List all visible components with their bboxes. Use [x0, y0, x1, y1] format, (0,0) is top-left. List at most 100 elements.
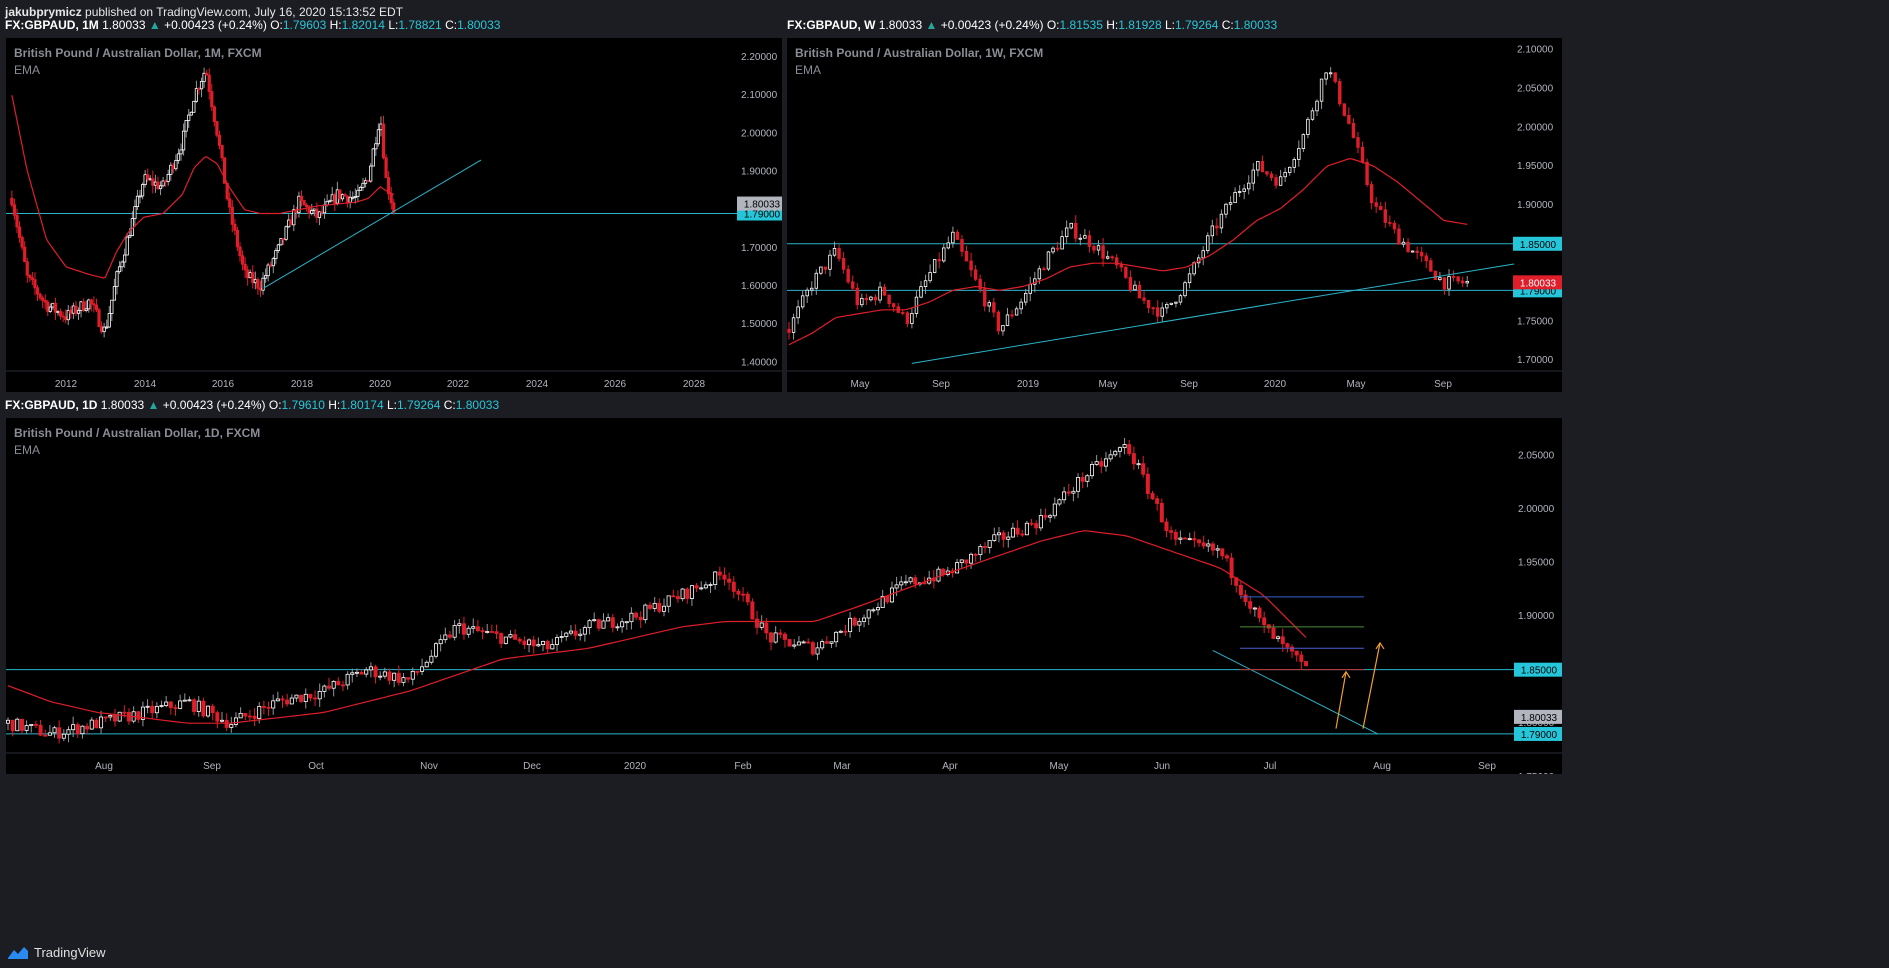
indicator-label[interactable]: EMA: [14, 63, 40, 77]
candle-body: [1131, 453, 1136, 465]
symbol-name: FX:GBPAUD, 1D: [5, 398, 98, 412]
candle-body: [1369, 184, 1374, 204]
candle-body: [1142, 297, 1146, 301]
last-price-label: 1.80033: [1520, 278, 1557, 289]
candle-body: [878, 286, 882, 301]
candle-body: [82, 301, 86, 311]
candle-body: [133, 206, 137, 220]
author-name[interactable]: jakubprymicz: [5, 5, 82, 19]
candle-body: [292, 209, 296, 226]
candle-body: [1342, 103, 1347, 116]
candle-body: [361, 182, 365, 188]
candle-body: [1038, 515, 1043, 529]
candle-body: [182, 699, 187, 702]
candle-body: [508, 634, 513, 638]
candle-body: [1083, 235, 1087, 239]
candle-body: [94, 304, 99, 311]
candle-body: [1105, 256, 1110, 259]
candle-body: [1037, 268, 1042, 280]
candle-body: [485, 631, 490, 633]
chart-svg-monthly[interactable]: 2.200002.100002.000001.900001.800001.700…: [6, 38, 782, 392]
candle-body: [243, 263, 247, 271]
candle-body: [322, 204, 327, 214]
candle-body: [1406, 241, 1410, 252]
candle-body: [475, 626, 480, 632]
candle-body: [1150, 493, 1155, 500]
candle-body: [99, 716, 104, 729]
candle-body: [269, 264, 273, 267]
x-tick-label: May: [851, 379, 870, 390]
candle-body: [276, 244, 281, 251]
brand-name: TradingView: [34, 945, 106, 960]
candle-body: [359, 671, 364, 675]
indicator-label[interactable]: EMA: [14, 443, 40, 457]
candle-body: [348, 196, 352, 203]
candle-body: [1262, 617, 1267, 626]
y-tick-label: 1.90000: [1518, 611, 1555, 622]
candle-body: [694, 585, 699, 589]
candle-body: [796, 306, 800, 319]
candle-body: [1169, 302, 1174, 305]
candle-body: [389, 193, 393, 204]
candle-body: [340, 194, 345, 200]
chart-panel-monthly[interactable]: 2.200002.100002.000001.900001.800001.700…: [6, 38, 782, 392]
candle-body: [768, 632, 773, 643]
candle-body: [992, 534, 997, 541]
candle-body: [206, 705, 211, 717]
candle-body: [52, 727, 57, 734]
chart-panel-daily[interactable]: 2.05000 2.00000 1.95000 1.90000 1.85000 1.800…: [6, 418, 1562, 774]
candle-body: [708, 584, 713, 586]
candle-body: [353, 196, 357, 198]
symbol-bar-weekly: FX:GBPAUD, W 1.80033 ▲ +0.00423 (+0.24%)…: [787, 18, 1278, 32]
publish-header: jakubprymicz published on TradingView.co…: [5, 5, 403, 19]
candle-body: [629, 612, 634, 623]
candle-body: [727, 578, 732, 583]
candle-body: [184, 120, 188, 132]
candle-body: [115, 271, 119, 287]
candle-body: [1220, 548, 1225, 557]
chart-svg-weekly[interactable]: 2.10000 2.05000 2.00000 1.95000 1.90000 1.850…: [787, 38, 1562, 392]
candle-body: [1233, 191, 1237, 204]
candle-body: [1137, 284, 1142, 299]
candle-body: [894, 584, 899, 589]
candle-body: [287, 219, 291, 228]
candle-body: [851, 281, 855, 289]
candle-body: [969, 553, 974, 564]
candle-body: [601, 620, 606, 629]
candle-body: [568, 630, 573, 634]
chart-svg-daily[interactable]: 2.05000 2.00000 1.95000 1.90000 1.85000 1.800…: [6, 418, 1562, 774]
candle-body: [1020, 533, 1025, 536]
indicator-label[interactable]: EMA: [795, 63, 821, 77]
candle-body: [1338, 81, 1342, 105]
candle-body: [429, 655, 434, 663]
candle-body: [212, 106, 216, 122]
candle-body: [689, 585, 694, 599]
candle-body: [536, 644, 541, 647]
last-price-label: 1.80033: [1521, 713, 1558, 724]
chart-panel-weekly[interactable]: 2.10000 2.05000 2.00000 1.95000 1.90000 1.850…: [787, 38, 1562, 392]
candle-body: [434, 643, 439, 657]
candle-body: [1324, 72, 1328, 80]
last-price: 1.80033: [878, 18, 923, 32]
candle-body: [1028, 283, 1032, 294]
candle-body: [1206, 543, 1211, 547]
candle-body: [946, 242, 951, 249]
candle-body: [1297, 148, 1301, 160]
candle-body: [378, 675, 383, 678]
candle-body: [97, 309, 101, 327]
candle-body: [240, 255, 245, 265]
candle-body: [1243, 594, 1248, 602]
candle-body: [79, 301, 83, 312]
candle-body: [1383, 209, 1387, 223]
tradingview-footer[interactable]: TradingView: [7, 945, 106, 960]
x-tick-label: 2028: [683, 379, 706, 390]
candle-body: [350, 672, 355, 675]
candle-body: [996, 532, 1001, 536]
candle-body: [153, 181, 158, 186]
candle-body: [620, 621, 625, 628]
candle-body: [1057, 499, 1062, 505]
candle-body: [396, 672, 401, 683]
open-value: 1.81535: [1059, 18, 1103, 32]
candle-body: [401, 677, 406, 683]
candle-body: [499, 633, 504, 644]
